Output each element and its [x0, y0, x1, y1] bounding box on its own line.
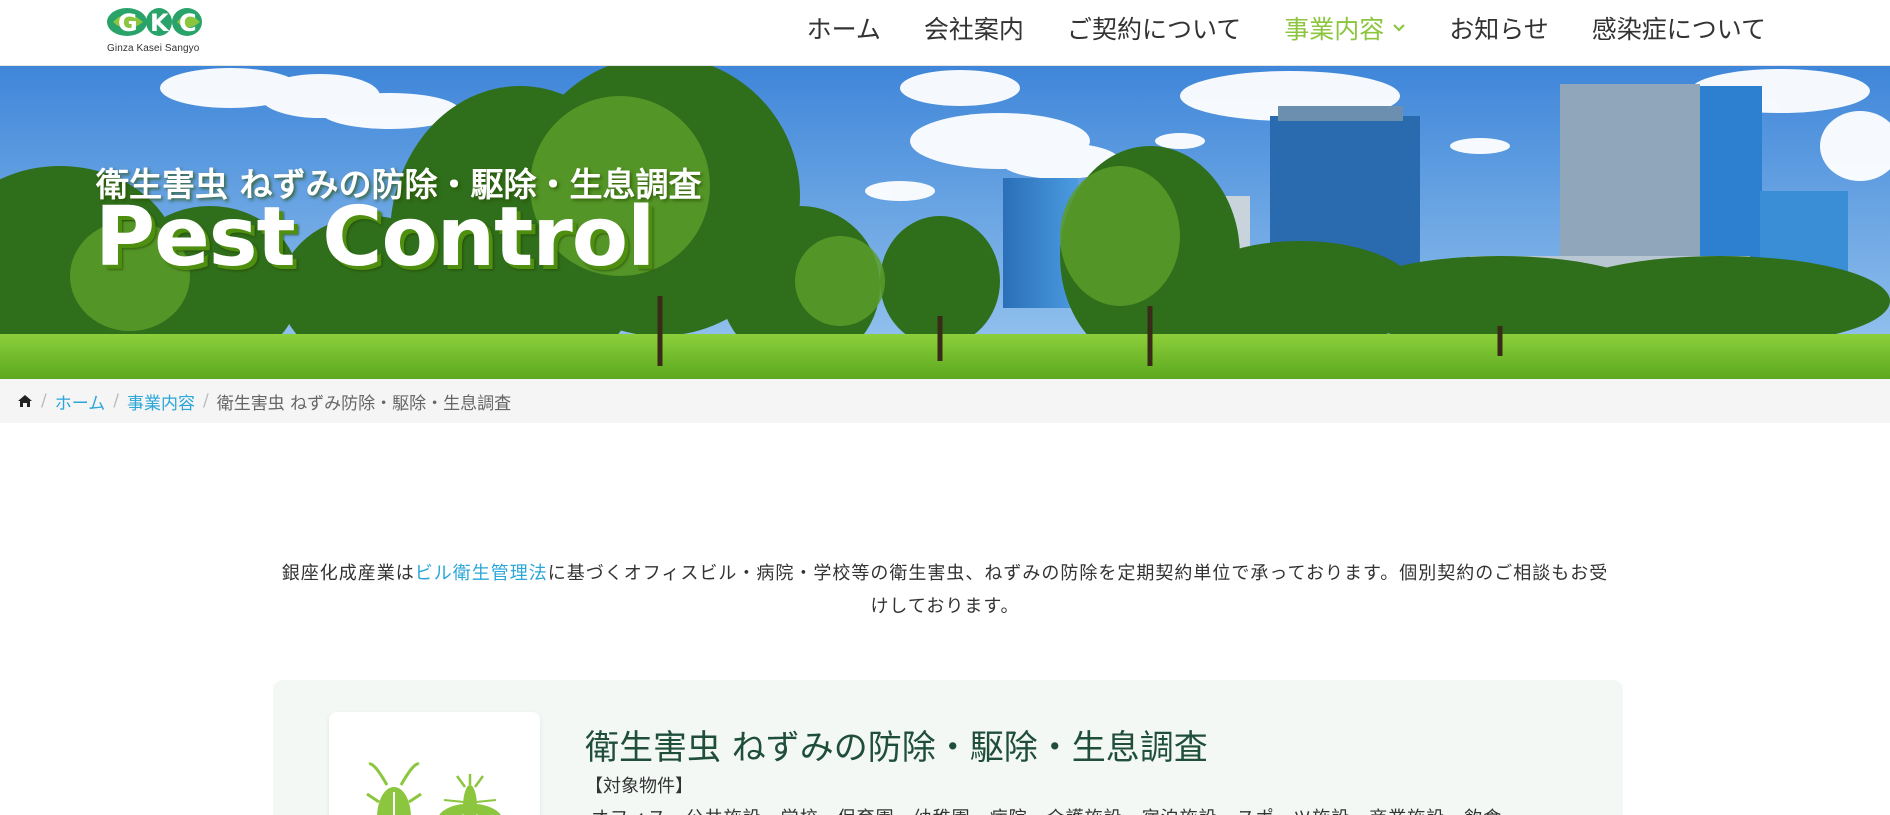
main-nav: ホーム 会社案内 ご契約について 事業内容 お知らせ 感染症について [764, 0, 1766, 56]
company-logo[interactable]: G K C Ginza Kasei Sangyo [105, 5, 205, 57]
service-card-title: 衛生害虫 ねずみの防除・駆除・生息調査 [585, 728, 1208, 768]
breadcrumb-services-link[interactable]: 事業内容 [127, 389, 195, 414]
intro-text-before: 銀座化成産業は [281, 563, 415, 584]
intro-paragraph: 銀座化成産業はビル衛生管理法に基づくオフィスビル・病院・学校等の衛生害虫、ねずみ… [275, 557, 1615, 623]
nav-item-services[interactable]: 事業内容 [1284, 10, 1406, 46]
breadcrumb-separator: / [202, 391, 209, 411]
nav-label: 会社案内 [923, 15, 1024, 44]
hero-title: Pest Control [95, 190, 655, 285]
hero-banner: 衛生害虫 ねずみの防除・駆除・生息調査 Pest Control [0, 66, 1890, 379]
nav-label: 感染症について [1591, 15, 1766, 44]
nav-item-company[interactable]: 会社案内 [924, 10, 1024, 46]
breadcrumb-home-link[interactable]: ホーム [55, 389, 106, 414]
nav-item-infection[interactable]: 感染症について [1592, 10, 1766, 46]
chevron-down-icon [1393, 24, 1405, 32]
insect-icon [366, 762, 502, 815]
intro-text-after: に基づくオフィスビル・病院・学校等の衛生害虫、ねずみの防除を定期契約単位で承って… [547, 563, 1609, 617]
breadcrumb-current: 衛生害虫 ねずみ防除・駆除・生息調査 [216, 393, 512, 414]
law-link[interactable]: ビル衛生管理法 [415, 563, 548, 584]
svg-text:C: C [179, 9, 197, 37]
target-properties-text: オフィス・公共施設・学校・保育園・幼稚園・病院・介護施設・宿泊施設・スポーツ施設… [591, 804, 1502, 815]
nav-item-home[interactable]: ホーム [807, 10, 881, 46]
service-card: 衛生害虫 ねずみの防除・駆除・生息調査 【対象物件】 オフィス・公共施設・学校・… [273, 680, 1623, 815]
nav-label: お知らせ [1449, 15, 1549, 44]
nav-label: ホーム [806, 15, 881, 44]
breadcrumb-separator: / [41, 391, 47, 411]
target-properties-label: 【対象物件】 [585, 776, 693, 797]
nav-item-news[interactable]: お知らせ [1449, 10, 1549, 46]
breadcrumb: / ホーム / 事業内容 / 衛生害虫 ねずみ防除・駆除・生息調査 [0, 379, 1890, 423]
svg-text:G: G [118, 9, 138, 37]
nav-label: 事業内容 [1284, 15, 1385, 44]
service-icon-box [329, 712, 540, 815]
nav-label: ご契約について [1066, 15, 1242, 44]
home-icon[interactable] [17, 394, 33, 408]
site-header: G K C Ginza Kasei Sangyo ホーム 会社案内 ご契約につい… [0, 0, 1890, 66]
breadcrumb-separator: / [113, 391, 119, 411]
logo-mark-icon: G K C [107, 8, 202, 37]
svg-text:K: K [150, 9, 170, 37]
logo-text: Ginza Kasei Sangyo [107, 43, 200, 54]
nav-item-contract[interactable]: ご契約について [1067, 10, 1241, 46]
